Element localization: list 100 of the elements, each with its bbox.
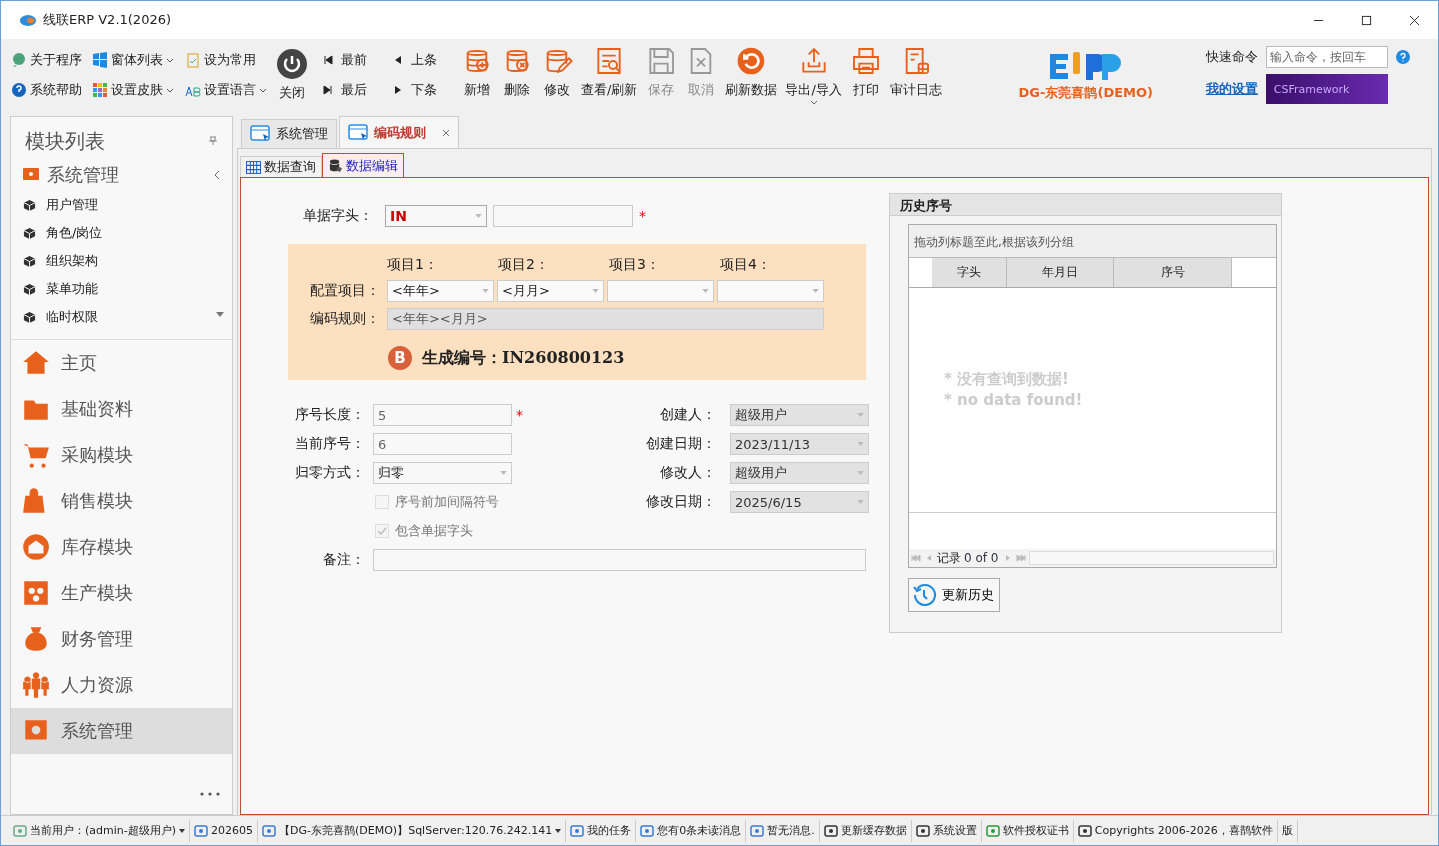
field-label: 编码规则：	[309, 310, 381, 328]
navigation-button[interactable]: 下条	[393, 81, 453, 99]
status-item[interactable]: 版	[1277, 819, 1298, 842]
checkbox[interactable]	[375, 524, 389, 538]
dropdown-arrow-icon	[857, 413, 864, 417]
toolbar-button[interactable]: 新增	[457, 45, 497, 105]
skip-icon	[323, 85, 333, 95]
item-label: 项目1：	[387, 256, 439, 274]
dropdown-arrow-icon	[857, 442, 864, 446]
badge: B	[388, 346, 412, 370]
module-item[interactable]: 采购模块	[11, 432, 232, 478]
status-item[interactable]: 暂无消息.	[746, 819, 820, 842]
toolbar-button[interactable]: 打印	[845, 45, 886, 105]
status-item[interactable]: 【DG-东莞喜鹊(DEMO)】SqlServer:120.76.242.141	[258, 819, 567, 842]
status-item[interactable]: 您有0条未读消息	[636, 819, 747, 842]
item-dropdown[interactable]	[717, 280, 824, 302]
sub-tab[interactable]: 数据编辑	[322, 153, 404, 177]
toolbar-menu-item[interactable]: 窗体列表	[92, 51, 179, 69]
cube-icon	[23, 226, 36, 240]
menu-item[interactable]: 组织架构	[11, 247, 232, 275]
quick-command-label: 快速命令	[1205, 48, 1258, 66]
pin-icon[interactable]	[208, 136, 218, 146]
field-label: 当前序号：	[294, 435, 366, 453]
navigation-button[interactable]: 最后	[323, 81, 393, 99]
readonly-field: 超级用户	[730, 404, 869, 426]
input-field[interactable]	[493, 205, 633, 227]
item-label: 项目3：	[609, 256, 661, 274]
document-tab[interactable]: 系统管理	[241, 119, 337, 148]
select-field[interactable]: 归零	[373, 462, 512, 484]
menu-item[interactable]: 用户管理	[11, 191, 232, 219]
item-dropdown[interactable]	[607, 280, 714, 302]
module-item[interactable]: 销售模块	[11, 478, 232, 524]
my-settings-link[interactable]: 我的设置	[1205, 80, 1258, 98]
help-icon[interactable]	[1395, 50, 1410, 64]
status-item[interactable]: 当前用户：(admin-超级用户)	[9, 819, 191, 842]
remark-field[interactable]	[373, 549, 866, 571]
status-item[interactable]: 我的任务	[566, 819, 637, 842]
field-label: 配置项目：	[309, 282, 381, 300]
last-page-icon[interactable]	[1016, 554, 1027, 562]
toolbar-button[interactable]: 删除	[497, 45, 537, 105]
navigation-button[interactable]: 上条	[393, 51, 453, 69]
module-item[interactable]: 生产模块	[11, 570, 232, 616]
toolbar-button[interactable]: 导出/导入	[781, 45, 846, 105]
status-item[interactable]: Copyrights 2006-2026，喜鹊软件	[1073, 819, 1278, 842]
field-label: 归零方式：	[294, 464, 366, 482]
toolbar-menu-item[interactable]: 关于程序	[11, 51, 87, 69]
horizontal-scrollbar[interactable]	[1029, 551, 1274, 565]
module-item[interactable]: 人力资源	[11, 662, 232, 708]
input-field[interactable]: 6	[373, 433, 512, 455]
power-icon	[276, 48, 308, 80]
required-mark: *	[639, 208, 646, 224]
status-item[interactable]: 软件授权证书	[981, 819, 1074, 842]
menu-item[interactable]: 临时权限	[11, 303, 232, 331]
module-item[interactable]: 系统管理	[11, 708, 232, 754]
close-button[interactable]: 关闭	[271, 48, 313, 102]
refresh-history-button[interactable]: 更新历史	[908, 578, 1000, 612]
module-item[interactable]: 财务管理	[11, 616, 232, 662]
module-item[interactable]: 基础资料	[11, 386, 232, 432]
document-tab[interactable]: 编码规则	[339, 116, 459, 148]
module-item[interactable]: 库存模块	[11, 524, 232, 570]
column-header[interactable]: 年月日	[1007, 258, 1114, 287]
group-header[interactable]: 系统管理	[11, 161, 232, 191]
quick-command-field[interactable]: 输入命令，按回车	[1265, 46, 1388, 68]
status-item[interactable]: 更新缓存数据	[819, 819, 912, 842]
history-icon	[912, 583, 936, 607]
menu-item[interactable]: 菜单功能	[11, 275, 232, 303]
navigation-button[interactable]: 最前	[323, 51, 393, 69]
toolbar-menu-item[interactable]: 设置皮肤	[92, 81, 179, 99]
status-item[interactable]: 202605	[190, 819, 259, 842]
sub-tab[interactable]: 数据查询	[240, 156, 322, 177]
maximize-icon[interactable]	[1361, 14, 1372, 26]
close-icon[interactable]	[1409, 14, 1420, 26]
checkbox[interactable]	[375, 495, 389, 509]
scroll-down-icon[interactable]	[216, 312, 224, 317]
more-icon[interactable]	[200, 792, 220, 796]
item-dropdown[interactable]: <月月>	[497, 280, 604, 302]
toolbar-button[interactable]: 审计日志	[885, 45, 946, 105]
status-item[interactable]: 系统设置	[911, 819, 982, 842]
field-label: 备注：	[322, 551, 366, 569]
module-item[interactable]: 主页	[11, 340, 232, 386]
cube-icon	[23, 198, 36, 212]
first-page-icon[interactable]	[911, 554, 921, 562]
item-dropdown[interactable]: <年年>	[387, 280, 494, 302]
grid-icon	[246, 160, 261, 174]
toolbar-menu-item[interactable]: 设置语言	[184, 81, 271, 99]
toolbar-menu-item[interactable]: 设为常用	[184, 51, 271, 69]
column-header[interactable]: 字头	[932, 258, 1007, 287]
toolbar-button[interactable]: 查看/刷新	[577, 45, 642, 105]
field-label: 创建人：	[659, 406, 717, 424]
prefix-dropdown[interactable]: IN	[385, 205, 487, 227]
column-header[interactable]: 序号	[1114, 258, 1232, 287]
help-icon	[11, 82, 27, 98]
input-field[interactable]: 5	[373, 404, 512, 426]
toolbar-button[interactable]: 修改	[537, 45, 577, 105]
toolbar-menu-item[interactable]: 系统帮助	[11, 81, 87, 99]
dropdown-arrow-icon	[500, 471, 507, 475]
menu-item[interactable]: 角色/岗位	[11, 219, 232, 247]
caret-icon	[555, 828, 562, 833]
record-label: 记录	[937, 549, 961, 567]
toolbar-button[interactable]: 刷新数据	[721, 45, 782, 105]
